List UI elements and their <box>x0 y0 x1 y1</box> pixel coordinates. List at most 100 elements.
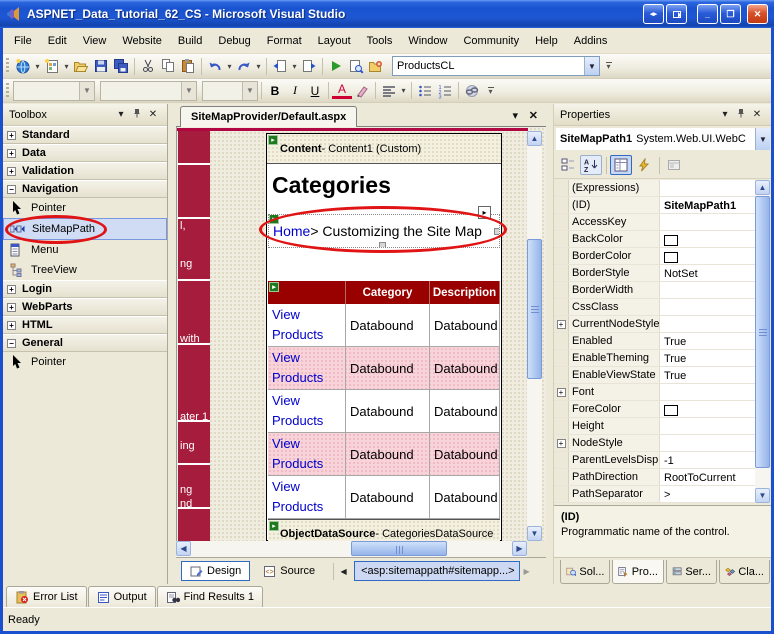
tag-nav-left-icon[interactable]: ◀ <box>337 562 350 580</box>
view-products-link[interactable]: View Products <box>272 391 341 431</box>
property-row[interactable]: BackColor <box>554 231 755 248</box>
property-row[interactable]: EnabledTrue <box>554 333 755 350</box>
property-row[interactable]: +CurrentNodeStyle <box>554 316 755 333</box>
expand-icon[interactable]: + <box>7 303 16 312</box>
redo-icon[interactable] <box>234 56 254 77</box>
menu-window[interactable]: Window <box>400 32 455 50</box>
smart-tag-button[interactable]: ▸ <box>478 206 491 219</box>
bullet-list-icon[interactable] <box>415 80 435 101</box>
hyperlink-icon[interactable] <box>462 80 482 101</box>
toolbox-section-validation[interactable]: +Validation <box>3 162 167 180</box>
property-row[interactable]: EnableThemingTrue <box>554 350 755 367</box>
toolbox-section-data[interactable]: +Data <box>3 144 167 162</box>
horizontal-scrollbar[interactable]: ◀ ▶ <box>176 541 527 557</box>
menu-help[interactable]: Help <box>527 32 566 50</box>
expand-icon[interactable]: + <box>7 285 16 294</box>
property-row[interactable]: BorderColor <box>554 248 755 265</box>
tab-class-view[interactable]: Cla... <box>719 560 770 584</box>
property-row[interactable]: EnableViewStateTrue <box>554 367 755 384</box>
menu-view[interactable]: View <box>75 32 115 50</box>
vertical-scrollbar[interactable]: ▲ ▼ <box>527 131 542 541</box>
expand-icon[interactable]: + <box>7 167 16 176</box>
font-combo[interactable]: ▼ <box>100 81 197 101</box>
italic-button[interactable]: I <box>285 83 305 98</box>
property-pages-icon[interactable] <box>663 155 685 175</box>
property-row[interactable]: ParentLevelsDispl-1 <box>554 452 755 469</box>
categorized-icon[interactable] <box>557 155 579 175</box>
combo-dropdown-icon[interactable]: ▼ <box>584 57 599 75</box>
view-products-link[interactable]: View Products <box>272 434 341 474</box>
dock-arrows-button[interactable]: ◂▸ <box>643 4 664 24</box>
expand-icon[interactable]: + <box>557 439 566 448</box>
tab-list-dropdown-icon[interactable]: ▾ <box>512 109 518 122</box>
aspnet-config-icon[interactable] <box>366 56 386 77</box>
alphabetical-sort-icon[interactable]: AZ <box>580 155 602 175</box>
toolbar-overflow-icon[interactable]: ▾ <box>602 56 615 76</box>
expand-icon[interactable]: + <box>7 131 16 140</box>
close-icon[interactable]: ✕ <box>145 109 161 120</box>
redo-dropdown[interactable]: ▾ <box>254 62 263 71</box>
align-dropdown[interactable]: ▾ <box>399 86 408 95</box>
undo-dropdown[interactable]: ▾ <box>225 62 234 71</box>
events-icon[interactable] <box>633 155 655 175</box>
navigate-back-dropdown[interactable]: ▾ <box>290 62 299 71</box>
menu-file[interactable]: File <box>6 32 40 50</box>
view-products-link[interactable]: View Products <box>272 305 341 345</box>
scroll-up-icon[interactable]: ▲ <box>755 180 770 195</box>
close-button[interactable]: ✕ <box>747 4 768 24</box>
scroll-down-icon[interactable]: ▼ <box>527 526 542 541</box>
toolbox-section-navigation[interactable]: −Navigation <box>3 180 167 198</box>
close-icon[interactable]: ✕ <box>749 109 765 120</box>
menu-build[interactable]: Build <box>170 32 210 50</box>
underline-button[interactable]: U <box>305 84 325 98</box>
color-swatch[interactable] <box>664 405 678 416</box>
menu-website[interactable]: Website <box>114 32 170 50</box>
view-products-link[interactable]: View Products <box>272 348 341 388</box>
source-view-button[interactable]: <> Source <box>255 561 323 581</box>
scroll-thumb[interactable] <box>351 541 447 556</box>
add-new-item-icon[interactable] <box>42 56 62 77</box>
object-selector-combo[interactable]: SiteMapPath1 System.Web.UI.WebC ▼ <box>556 128 770 150</box>
scroll-right-icon[interactable]: ▶ <box>512 541 527 556</box>
pin-icon[interactable] <box>733 108 749 121</box>
bold-button[interactable]: B <box>265 84 285 98</box>
scroll-down-icon[interactable]: ▼ <box>755 488 770 503</box>
title-bar[interactable]: ASPNET_Data_Tutorial_62_CS - Microsoft V… <box>0 0 774 28</box>
expand-icon[interactable]: + <box>7 149 16 158</box>
design-view-button[interactable]: Design <box>181 561 250 581</box>
menu-debug[interactable]: Debug <box>210 32 258 50</box>
paste-icon[interactable] <box>178 56 198 77</box>
scroll-thumb[interactable] <box>755 196 770 468</box>
toolbox-section-standard[interactable]: +Standard <box>3 126 167 144</box>
combo-dropdown-icon[interactable]: ▼ <box>755 128 770 150</box>
expand-icon[interactable]: + <box>7 321 16 330</box>
property-row[interactable]: BorderStyleNotSet <box>554 265 755 282</box>
menu-tools[interactable]: Tools <box>359 32 401 50</box>
objectdatasource-control[interactable]: ▸ ObjectDataSource - CategoriesDataSourc… <box>268 519 500 541</box>
open-file-icon[interactable] <box>71 56 91 77</box>
add-new-item-dropdown[interactable]: ▾ <box>62 62 71 71</box>
property-row[interactable]: BorderWidth <box>554 282 755 299</box>
property-row[interactable]: PathSeparator> <box>554 486 755 503</box>
align-icon[interactable] <box>379 80 399 101</box>
toolbar-grip[interactable] <box>6 58 9 74</box>
property-row[interactable]: PathDirectionRootToCurrent <box>554 469 755 486</box>
pin-icon[interactable] <box>129 108 145 121</box>
navigate-forward-icon[interactable] <box>299 56 319 77</box>
color-swatch[interactable] <box>664 252 678 263</box>
toolbar-overflow-icon[interactable]: ▾ <box>484 81 497 101</box>
property-row[interactable]: +NodeStyle <box>554 435 755 452</box>
menu-addins[interactable]: Addins <box>566 32 616 50</box>
cut-icon[interactable] <box>138 56 158 77</box>
color-swatch[interactable] <box>664 235 678 246</box>
tab-server-explorer[interactable]: Ser... <box>666 560 717 584</box>
view-products-link[interactable]: View Products <box>272 477 341 517</box>
toolbox-header[interactable]: Toolbox ▾ ✕ <box>3 104 167 126</box>
document-outline-combo[interactable]: ProductsCL ▼ <box>392 56 600 76</box>
save-icon[interactable] <box>91 56 111 77</box>
properties-header[interactable]: Properties ▾ ✕ <box>554 104 771 126</box>
collapse-icon[interactable]: − <box>7 185 16 194</box>
toolbox-section-general[interactable]: −General <box>3 334 167 352</box>
sitemappath-control[interactable]: ▸ Home > Customizing the Site Map <box>268 214 500 248</box>
menu-edit[interactable]: Edit <box>40 32 75 50</box>
